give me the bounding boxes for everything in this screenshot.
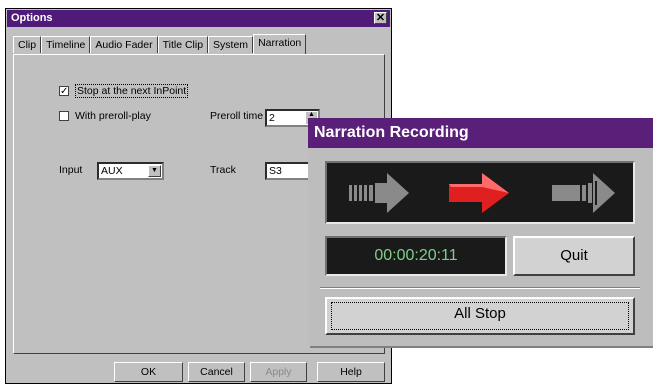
forward-arrow-icon <box>552 173 615 213</box>
all-stop-label: All Stop <box>454 305 506 322</box>
preroll-time-value: 2 <box>269 112 275 124</box>
checkmark-icon: ✓ <box>60 86 69 97</box>
transport-indicator-panel <box>325 161 635 224</box>
stop-next-inpoint-row[interactable]: ✓ Stop at the next InPoint <box>59 84 189 98</box>
tab-system[interactable]: System <box>208 36 254 53</box>
divider <box>320 287 640 289</box>
track-value: S3 <box>269 165 282 177</box>
close-button[interactable]: ✕ <box>374 12 387 24</box>
narration-recording-window: Narration Recording 00:00:20:11 Quit All… <box>308 118 653 346</box>
input-select[interactable]: AUX ▼ <box>97 162 164 180</box>
chevron-down-icon[interactable]: ▼ <box>148 165 161 177</box>
help-button[interactable]: Help <box>317 362 385 382</box>
stop-next-inpoint-checkbox[interactable]: ✓ <box>59 86 69 97</box>
input-label: Input <box>59 164 83 176</box>
transport-arrows <box>349 173 615 213</box>
ok-button[interactable]: OK <box>114 362 183 382</box>
all-stop-button[interactable]: All Stop <box>325 297 635 335</box>
tab-narration[interactable]: Narration <box>253 34 307 54</box>
with-preroll-checkbox[interactable] <box>59 111 69 121</box>
narration-title: Narration Recording <box>314 124 469 141</box>
track-label: Track <box>210 164 236 176</box>
with-preroll-label: With preroll-play <box>75 110 151 122</box>
rewind-arrow-icon <box>349 173 409 213</box>
preroll-time-label: Preroll time <box>210 110 264 122</box>
narration-title-bar[interactable]: Narration Recording <box>308 118 653 148</box>
quit-button[interactable]: Quit <box>513 236 635 276</box>
input-value: AUX <box>101 165 123 177</box>
close-icon: ✕ <box>375 12 386 24</box>
cancel-button[interactable]: Cancel <box>188 362 245 382</box>
tab-strip: Clip Timeline Audio Fader Title Clip Sys… <box>13 34 307 54</box>
timecode-display: 00:00:20:11 <box>325 236 507 276</box>
apply-button[interactable]: Apply <box>250 362 307 382</box>
options-title-bar[interactable]: Options ✕ <box>7 10 390 27</box>
record-arrow-icon <box>449 173 509 213</box>
with-preroll-row[interactable]: With preroll-play <box>59 110 151 122</box>
tab-timeline[interactable]: Timeline <box>41 36 91 53</box>
options-title: Options <box>11 12 53 24</box>
tab-audio-fader[interactable]: Audio Fader <box>90 36 158 53</box>
tab-clip[interactable]: Clip <box>13 36 42 53</box>
stop-next-inpoint-label: Stop at the next InPoint <box>75 84 189 98</box>
tab-title-clip[interactable]: Title Clip <box>157 36 209 53</box>
